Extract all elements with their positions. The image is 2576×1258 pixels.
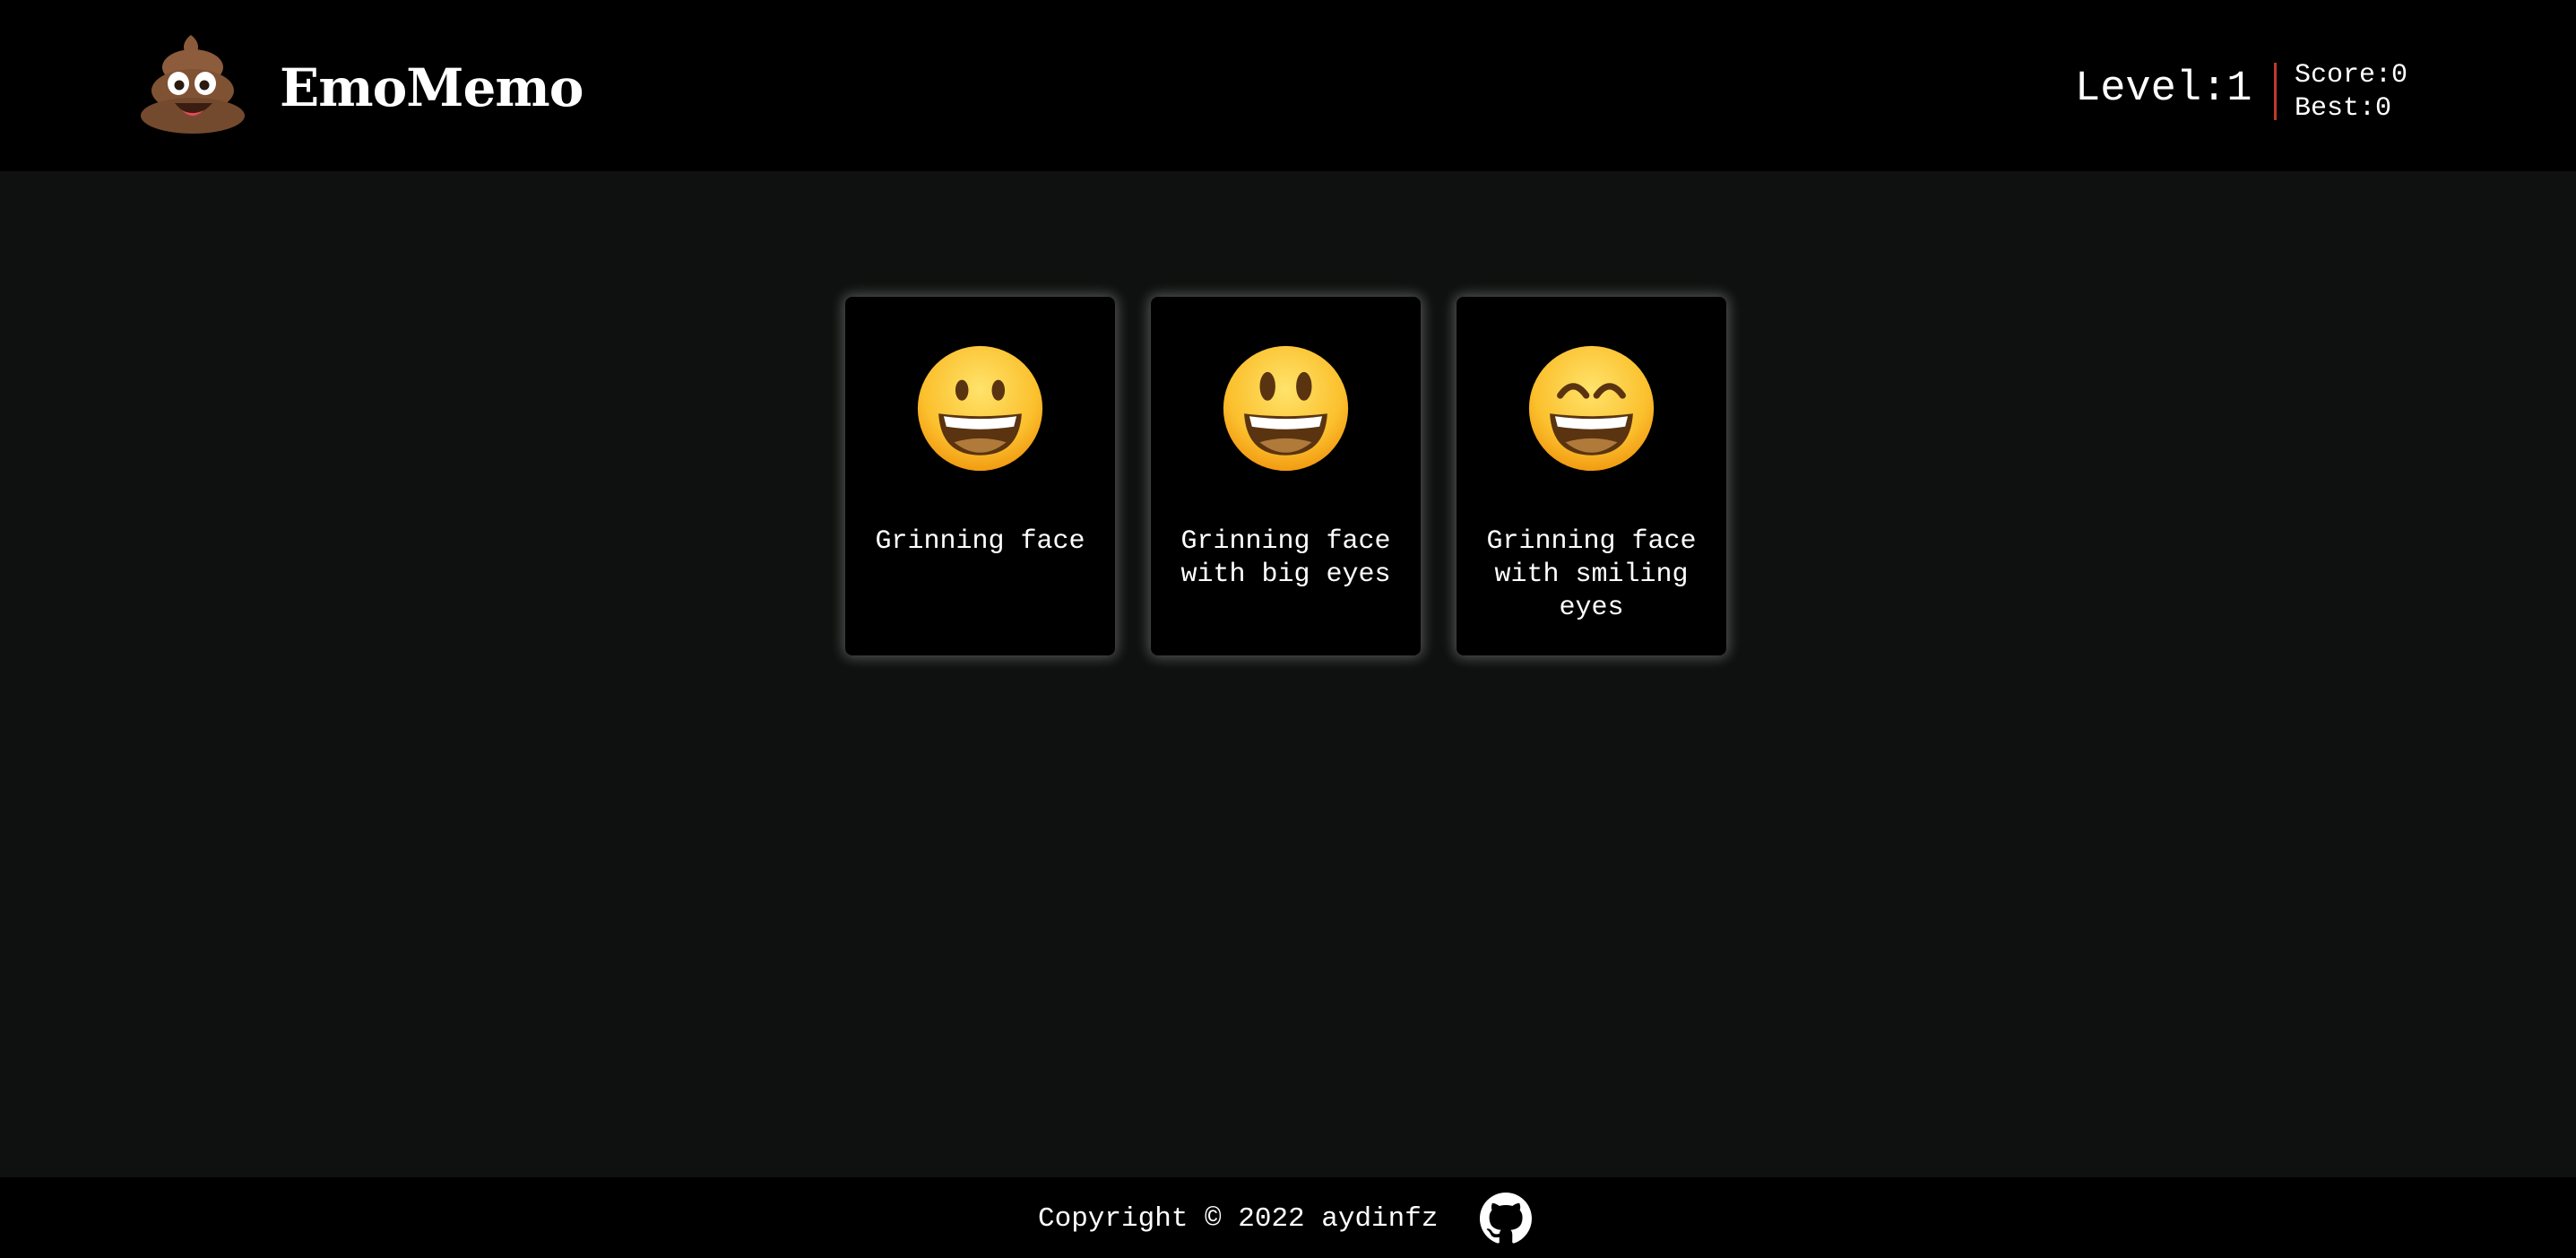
grinning-face-with-big-eyes-icon <box>1221 343 1351 473</box>
stats-divider <box>2274 63 2277 120</box>
app-footer: Copyright © 2022 aydinfz <box>0 1177 2576 1258</box>
page: EmoMemo Level:1 Score:0 Best:0 Grinning … <box>0 0 2576 1258</box>
app-header: EmoMemo Level:1 Score:0 Best:0 <box>0 0 2576 171</box>
grinning-face-with-smiling-eyes-icon <box>1526 343 1656 473</box>
pile-of-poo-icon <box>139 31 246 134</box>
card-label: Grinning face with big eyes <box>1180 526 1391 590</box>
emoji-card[interactable]: Grinning face <box>845 297 1115 655</box>
score-panel: Score:0 Best:0 <box>2295 59 2407 126</box>
emoji-card[interactable]: Grinning face with big eyes <box>1151 297 1421 655</box>
best-score-value: Best:0 <box>2295 93 2392 124</box>
card-board: Grinning face Grinning face with big eye… <box>845 297 1726 655</box>
emoji-card[interactable]: Grinning face with smiling eyes <box>1457 297 1726 655</box>
github-icon[interactable] <box>1480 1193 1532 1245</box>
grinning-face-icon <box>915 343 1045 473</box>
level-indicator: Level:1 <box>2075 65 2252 113</box>
score-value: Score:0 <box>2295 60 2408 91</box>
app-title: EmoMemo <box>280 57 583 118</box>
card-label: Grinning face with smiling eyes <box>1486 526 1697 623</box>
card-label: Grinning face <box>875 526 1085 557</box>
copyright-text: Copyright © 2022 aydinfz <box>1038 1203 1439 1235</box>
